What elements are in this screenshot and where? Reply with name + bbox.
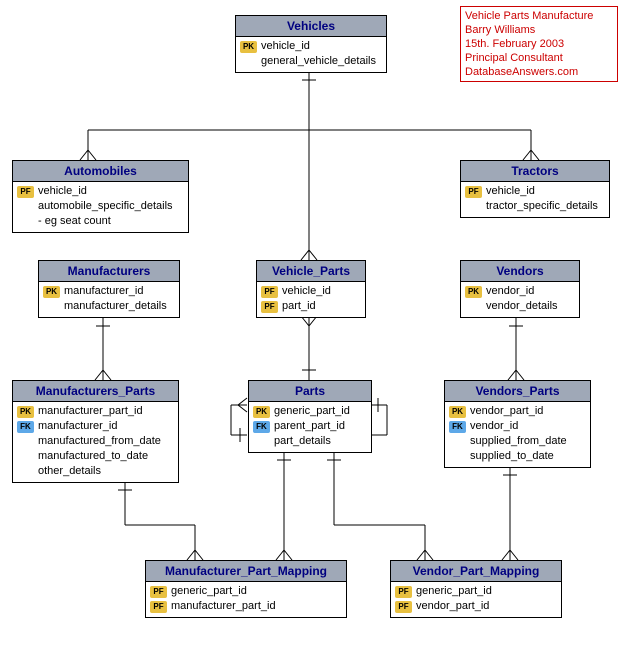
entity-title: Vehicles xyxy=(236,16,386,37)
attr-row: PKmanufacturer_part_id xyxy=(17,404,174,419)
attr-row: FKvendor_id xyxy=(449,419,586,434)
entity-title: Vendors_Parts xyxy=(445,381,590,402)
entity-automobiles: Automobiles PFvehicle_id automobile_spec… xyxy=(12,160,189,233)
entity-title: Parts xyxy=(249,381,371,402)
attr-row: FKmanufacturer_id xyxy=(17,419,174,434)
attr-row: PKmanufacturer_id xyxy=(43,284,175,299)
attr-row: PFvehicle_id xyxy=(17,184,184,199)
pk-icon: PK xyxy=(449,406,466,418)
entity-body: PKmanufacturer_part_id FKmanufacturer_id… xyxy=(13,402,178,482)
entity-body: PFgeneric_part_id PFvendor_part_id xyxy=(391,582,561,617)
meta-line: 15th. February 2003 xyxy=(465,37,613,51)
pf-icon: PF xyxy=(150,586,167,598)
meta-line: Vehicle Parts Manufacture xyxy=(465,9,613,23)
attr-row: PKvehicle_id xyxy=(240,39,382,54)
attr-row: PKvendor_id xyxy=(465,284,575,299)
attr-row: FKparent_part_id xyxy=(253,419,367,434)
entity-vendors: Vendors PKvendor_id vendor_details xyxy=(460,260,580,318)
entity-vendors-parts: Vendors_Parts PKvendor_part_id FKvendor_… xyxy=(444,380,591,468)
attr-row: manufactured_to_date xyxy=(17,449,174,464)
pf-icon: PF xyxy=(395,586,412,598)
pk-icon: PK xyxy=(240,41,257,53)
entity-body: PFvehicle_id PFpart_id xyxy=(257,282,365,317)
attr-row: PFvehicle_id xyxy=(261,284,361,299)
attr-row: supplied_to_date xyxy=(449,449,586,464)
entity-vehicles: Vehicles PKvehicle_id general_vehicle_de… xyxy=(235,15,387,73)
attr-row: PFvehicle_id xyxy=(465,184,605,199)
entity-body: PKvehicle_id general_vehicle_details xyxy=(236,37,386,72)
meta-line: Barry Williams xyxy=(465,23,613,37)
attr-row: PFgeneric_part_id xyxy=(150,584,342,599)
entity-title: Automobiles xyxy=(13,161,188,182)
entity-title: Manufacturer_Part_Mapping xyxy=(146,561,346,582)
entity-title: Vendor_Part_Mapping xyxy=(391,561,561,582)
attr-row: PKgeneric_part_id xyxy=(253,404,367,419)
entity-body: PKvendor_part_id FKvendor_id supplied_fr… xyxy=(445,402,590,467)
attr-row: - eg seat count xyxy=(17,214,184,229)
entity-body: PKvendor_id vendor_details xyxy=(461,282,579,317)
pk-icon: PK xyxy=(253,406,270,418)
entity-tractors: Tractors PFvehicle_id tractor_specific_d… xyxy=(460,160,610,218)
attr-row: supplied_from_date xyxy=(449,434,586,449)
entity-vendor-part-mapping: Vendor_Part_Mapping PFgeneric_part_id PF… xyxy=(390,560,562,618)
entity-parts: Parts PKgeneric_part_id FKparent_part_id… xyxy=(248,380,372,453)
attr-row: automobile_specific_details xyxy=(17,199,184,214)
entity-manufacturer-part-mapping: Manufacturer_Part_Mapping PFgeneric_part… xyxy=(145,560,347,618)
connector-lines xyxy=(0,0,619,645)
attr-row: manufacturer_details xyxy=(43,299,175,314)
meta-line: Principal Consultant xyxy=(465,51,613,65)
attr-row: part_details xyxy=(253,434,367,449)
attr-row: PFmanufacturer_part_id xyxy=(150,599,342,614)
pf-icon: PF xyxy=(465,186,482,198)
pk-icon: PK xyxy=(43,286,60,298)
attr-row: tractor_specific_details xyxy=(465,199,605,214)
entity-title: Manufacturers_Parts xyxy=(13,381,178,402)
entity-manufacturers-parts: Manufacturers_Parts PKmanufacturer_part_… xyxy=(12,380,179,483)
entity-title: Tractors xyxy=(461,161,609,182)
entity-body: PKgeneric_part_id FKparent_part_id part_… xyxy=(249,402,371,452)
entity-body: PFvehicle_id tractor_specific_details xyxy=(461,182,609,217)
pk-icon: PK xyxy=(17,406,34,418)
attr-row: PFvendor_part_id xyxy=(395,599,557,614)
attr-row: manufactured_from_date xyxy=(17,434,174,449)
entity-body: PKmanufacturer_id manufacturer_details xyxy=(39,282,179,317)
meta-line: DatabaseAnswers.com xyxy=(465,65,613,79)
entity-manufacturers: Manufacturers PKmanufacturer_id manufact… xyxy=(38,260,180,318)
entity-body: PFgeneric_part_id PFmanufacturer_part_id xyxy=(146,582,346,617)
entity-title: Manufacturers xyxy=(39,261,179,282)
pf-icon: PF xyxy=(261,301,278,313)
fk-icon: FK xyxy=(449,421,466,433)
attr-row: general_vehicle_details xyxy=(240,54,382,69)
attr-row: other_details xyxy=(17,464,174,479)
attr-row: PFgeneric_part_id xyxy=(395,584,557,599)
pf-icon: PF xyxy=(261,286,278,298)
entity-body: PFvehicle_id automobile_specific_details… xyxy=(13,182,188,232)
meta-box: Vehicle Parts Manufacture Barry Williams… xyxy=(460,6,618,82)
pk-icon: PK xyxy=(465,286,482,298)
attr-row: PFpart_id xyxy=(261,299,361,314)
fk-icon: FK xyxy=(253,421,270,433)
entity-vehicle-parts: Vehicle_Parts PFvehicle_id PFpart_id xyxy=(256,260,366,318)
attr-row: vendor_details xyxy=(465,299,575,314)
fk-icon: FK xyxy=(17,421,34,433)
entity-title: Vendors xyxy=(461,261,579,282)
pf-icon: PF xyxy=(395,601,412,613)
entity-title: Vehicle_Parts xyxy=(257,261,365,282)
pf-icon: PF xyxy=(150,601,167,613)
pf-icon: PF xyxy=(17,186,34,198)
attr-row: PKvendor_part_id xyxy=(449,404,586,419)
